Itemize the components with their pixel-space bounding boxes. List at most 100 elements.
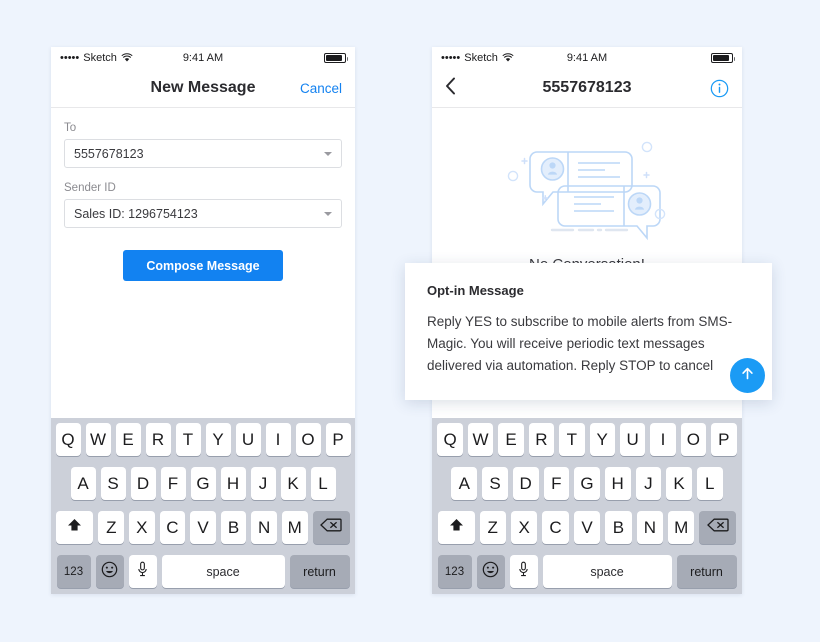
- optin-card-body: Reply YES to subscribe to mobile alerts …: [427, 314, 733, 373]
- key-o[interactable]: O: [295, 423, 321, 456]
- to-field-label: To: [64, 122, 77, 134]
- key-h[interactable]: H: [604, 467, 631, 500]
- shift-key[interactable]: [437, 511, 475, 544]
- key-l[interactable]: L: [310, 467, 336, 500]
- key-y[interactable]: Y: [205, 423, 231, 456]
- key-a[interactable]: A: [451, 467, 478, 500]
- smiley-icon: [482, 561, 499, 583]
- key-e[interactable]: E: [498, 423, 524, 456]
- space-key[interactable]: space: [161, 555, 285, 588]
- microphone-key[interactable]: [509, 555, 538, 588]
- key-o[interactable]: O: [680, 423, 707, 456]
- key-n[interactable]: N: [636, 511, 664, 544]
- key-v[interactable]: V: [573, 511, 601, 544]
- emoji-key[interactable]: [476, 555, 505, 588]
- key-k[interactable]: K: [666, 467, 692, 500]
- space-key[interactable]: space: [542, 555, 672, 588]
- sender-id-select[interactable]: Sales ID: 1296754123: [64, 199, 342, 228]
- key-z[interactable]: Z: [98, 511, 125, 544]
- key-t[interactable]: T: [559, 423, 585, 456]
- status-bar-time: 9:41 AM: [182, 52, 224, 64]
- numbers-key[interactable]: 123: [437, 555, 472, 588]
- key-f[interactable]: F: [543, 467, 570, 500]
- key-a[interactable]: A: [70, 467, 96, 500]
- status-bar-time: 9:41 AM: [566, 52, 608, 64]
- key-s[interactable]: S: [100, 467, 126, 500]
- return-key[interactable]: return: [289, 555, 350, 588]
- key-q[interactable]: Q: [437, 423, 463, 456]
- new-message-form: To 5557678123 Sender ID Sales ID: 129675…: [51, 108, 355, 398]
- key-n[interactable]: N: [251, 511, 277, 544]
- key-q[interactable]: Q: [55, 423, 81, 456]
- keyboard-row-2: A S D F G H J K L: [54, 467, 352, 500]
- optin-message-card: Opt-in Message Reply YES to subscribe to…: [405, 263, 772, 400]
- backspace-icon: [707, 517, 729, 538]
- key-b[interactable]: B: [605, 511, 632, 544]
- key-x[interactable]: X: [510, 511, 538, 544]
- key-h[interactable]: H: [220, 467, 246, 500]
- smiley-icon: [101, 561, 118, 583]
- status-bar: ••••• Sketch 9:41 AM: [51, 47, 355, 69]
- key-d[interactable]: D: [512, 467, 539, 500]
- key-i[interactable]: I: [265, 423, 291, 456]
- backspace-key[interactable]: [312, 511, 350, 544]
- keyboard-row-4: 123 space return: [435, 555, 739, 588]
- key-f[interactable]: F: [160, 467, 186, 500]
- conversation-title: 5557678123: [542, 79, 632, 96]
- cancel-button[interactable]: Cancel: [300, 81, 342, 96]
- back-button[interactable]: [445, 77, 461, 99]
- key-x[interactable]: X: [129, 511, 155, 544]
- key-u[interactable]: U: [235, 423, 261, 456]
- emoji-key[interactable]: [95, 555, 124, 588]
- keyboard-left: Q W E R T Y U I O P A S D F G H J K L Z …: [51, 418, 355, 594]
- page-title: New Message: [150, 79, 256, 96]
- key-c[interactable]: C: [542, 511, 569, 544]
- key-l[interactable]: L: [696, 467, 723, 500]
- key-p[interactable]: P: [325, 423, 351, 456]
- key-j[interactable]: J: [635, 467, 662, 500]
- keyboard-row-3: Z X C V B N M: [54, 511, 352, 544]
- chevron-down-icon: [324, 211, 332, 216]
- to-select[interactable]: 5557678123: [64, 139, 342, 168]
- shift-up-icon: [448, 517, 465, 538]
- key-p[interactable]: P: [711, 423, 737, 456]
- key-i[interactable]: I: [650, 423, 676, 456]
- key-c[interactable]: C: [159, 511, 186, 544]
- keyboard-row-2: A S D F G H J K L: [435, 467, 739, 500]
- key-t[interactable]: T: [175, 423, 201, 456]
- key-k[interactable]: K: [280, 467, 306, 500]
- key-g[interactable]: G: [190, 467, 216, 500]
- key-s[interactable]: S: [482, 467, 508, 500]
- numbers-key[interactable]: 123: [56, 555, 91, 588]
- battery-icon: [324, 53, 348, 63]
- key-w[interactable]: W: [85, 423, 111, 456]
- shift-key[interactable]: [56, 511, 94, 544]
- return-key[interactable]: return: [676, 555, 737, 588]
- send-button[interactable]: [730, 358, 765, 393]
- compose-message-button[interactable]: Compose Message: [123, 250, 283, 281]
- key-v[interactable]: V: [190, 511, 216, 544]
- key-m[interactable]: M: [281, 511, 308, 544]
- microphone-key[interactable]: [128, 555, 157, 588]
- chevron-down-icon: [324, 151, 332, 156]
- backspace-icon: [320, 517, 342, 538]
- key-j[interactable]: J: [250, 467, 276, 500]
- key-b[interactable]: B: [220, 511, 247, 544]
- key-u[interactable]: U: [619, 423, 646, 456]
- key-w[interactable]: W: [467, 423, 494, 456]
- key-r[interactable]: R: [145, 423, 171, 456]
- key-y[interactable]: Y: [589, 423, 615, 456]
- key-e[interactable]: E: [115, 423, 141, 456]
- status-bar: ••••• Sketch 9:41 AM: [432, 47, 742, 69]
- key-g[interactable]: G: [574, 467, 600, 500]
- to-select-value: 5557678123: [74, 146, 144, 161]
- key-d[interactable]: D: [130, 467, 156, 500]
- key-m[interactable]: M: [668, 511, 695, 544]
- keyboard-row-4: 123 space return: [54, 555, 352, 588]
- status-bar-right: [711, 53, 735, 63]
- backspace-key[interactable]: [699, 511, 737, 544]
- shift-up-icon: [66, 517, 83, 538]
- info-button[interactable]: [710, 79, 729, 98]
- key-r[interactable]: R: [528, 423, 555, 456]
- key-z[interactable]: Z: [479, 511, 506, 544]
